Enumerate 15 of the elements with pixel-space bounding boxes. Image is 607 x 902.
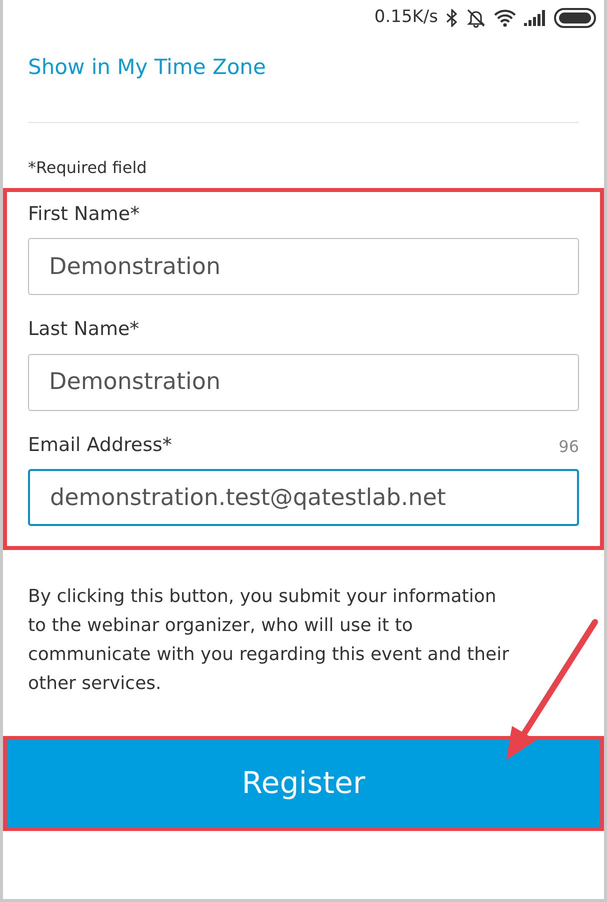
wifi-icon	[494, 9, 516, 27]
bell-off-icon	[466, 8, 486, 28]
field-label: First Name*	[28, 202, 140, 226]
text-field[interactable]: Demonstration	[28, 238, 579, 295]
character-counter: 96	[558, 436, 579, 458]
consent-text: By clicking this button, you submit your information to the webinar organizer, who will use it to communicate with you regarding this event and their other services.	[27, 585, 510, 696]
signal-icon	[524, 10, 546, 26]
field-label: Last Name*	[28, 317, 140, 342]
required-note: *Required field	[28, 156, 148, 178]
battery-icon	[554, 8, 596, 28]
text-field[interactable]: demonstration.test@qatestlab.net	[28, 469, 579, 526]
bluetooth-icon	[446, 9, 458, 27]
field-label: Email Address*	[28, 432, 172, 458]
network-speed: 0.15K/s	[374, 6, 438, 30]
text-field[interactable]: Demonstration	[28, 354, 579, 410]
